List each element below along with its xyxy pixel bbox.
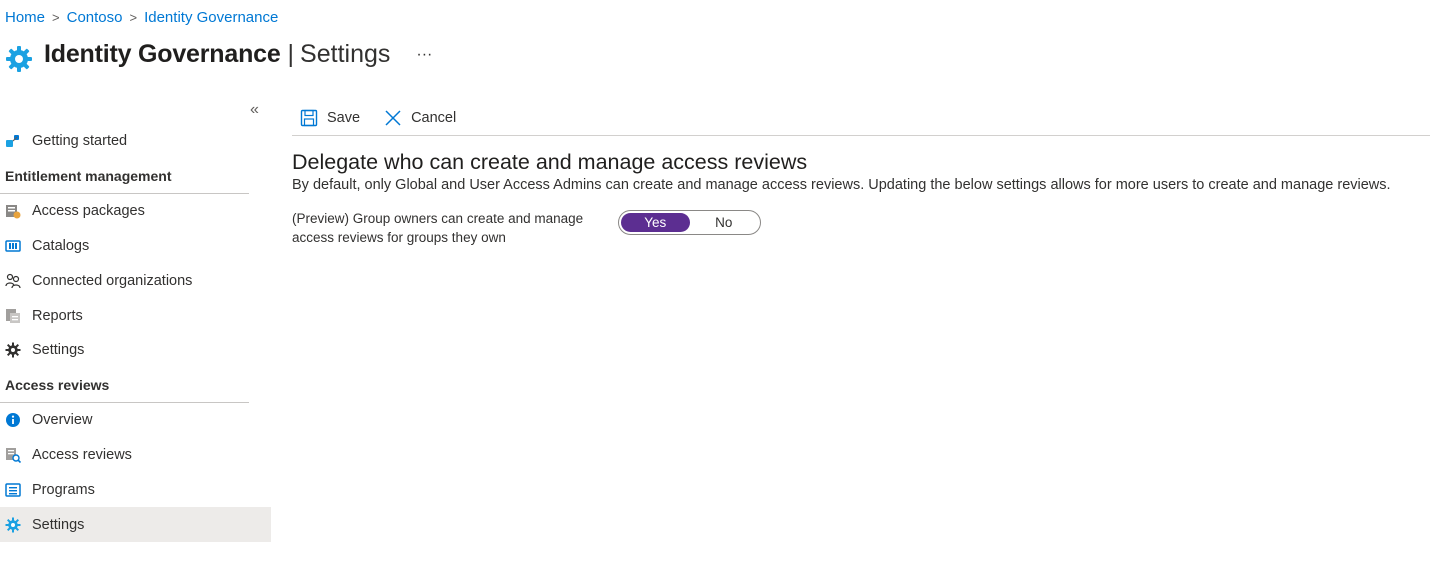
more-options-icon[interactable]: ··· [416,46,432,64]
breadcrumb-contoso[interactable]: Contoso [67,9,123,26]
sidebar-item-label: Getting started [32,133,128,150]
package-icon [5,203,21,219]
page-title: Identity Governance [44,39,281,68]
breadcrumb-home[interactable]: Home [5,9,45,26]
command-bar: Save Cancel [292,101,1430,136]
setting-label-line2: access reviews for groups they own [292,230,506,245]
page-subtitle: Settings [300,39,391,68]
save-icon [300,109,318,127]
collapse-sidebar-button[interactable]: « [250,101,259,119]
save-button[interactable]: Save [292,109,360,127]
sidebar-item-overview[interactable]: Overview [0,403,271,438]
program-icon [5,482,21,498]
page-header: Identity Governance | Settings ··· [4,36,432,72]
rocket-icon [5,133,21,149]
sidebar-item-label: Settings [32,516,85,533]
people-icon [5,273,21,289]
gear-icon [5,342,21,358]
info-icon [5,412,21,428]
sidebar-item-label: Settings [32,342,85,359]
sidebar-item-label: Access packages [32,203,145,220]
sidebar-item-programs[interactable]: Programs [0,472,271,507]
section-access-reviews: Access reviews [0,368,271,403]
section-heading: Delegate who can create and manage acces… [292,150,808,174]
catalog-icon [5,238,21,254]
breadcrumb: Home > Contoso > Identity Governance [5,9,278,26]
sidebar-item-catalogs[interactable]: Catalogs [0,229,271,264]
chevron-right-icon: > [52,10,60,25]
setting-label: (Preview) Group owners can create and ma… [292,209,618,247]
title-separator: | [287,39,295,68]
sidebar-item-label: Connected organizations [32,272,193,289]
sidebar-item-entitlement-settings[interactable]: Settings [0,333,271,368]
cancel-label: Cancel [411,110,457,126]
gear-icon [6,46,32,72]
sidebar-item-access-reviews[interactable]: Access reviews [0,438,271,473]
chevron-right-icon: > [129,10,138,25]
setting-row-group-owners: (Preview) Group owners can create and ma… [292,209,1430,247]
section-entitlement-management: Entitlement management [0,159,271,194]
toggle-no[interactable]: No [690,213,759,232]
review-search-icon [5,447,21,463]
sidebar-item-reports[interactable]: Reports [0,298,271,333]
report-icon [5,308,21,324]
sidebar-item-label: Catalogs [32,237,90,254]
save-label: Save [327,110,361,126]
sidebar: Getting started Entitlement management A… [0,124,271,542]
sidebar-item-review-settings[interactable]: Settings [0,507,271,542]
sidebar-item-connected-organizations[interactable]: Connected organizations [0,263,271,298]
close-icon [385,110,401,126]
section-description: By default, only Global and User Access … [292,177,1391,193]
sidebar-item-access-packages[interactable]: Access packages [0,194,271,229]
toggle-yes[interactable]: Yes [621,213,690,232]
breadcrumb-identity-governance[interactable]: Identity Governance [144,9,278,26]
sidebar-item-label: Overview [32,412,93,429]
sidebar-item-label: Access reviews [32,446,132,463]
gear-icon [5,517,21,533]
cancel-button[interactable]: Cancel [376,109,456,127]
sidebar-item-label: Reports [32,307,83,324]
main-content: Delegate who can create and manage acces… [292,150,1430,247]
sidebar-item-getting-started[interactable]: Getting started [0,124,271,159]
setting-label-line1: (Preview) Group owners can create and ma… [292,211,584,226]
sidebar-item-label: Programs [32,481,95,498]
yes-no-toggle[interactable]: Yes No [618,210,761,235]
